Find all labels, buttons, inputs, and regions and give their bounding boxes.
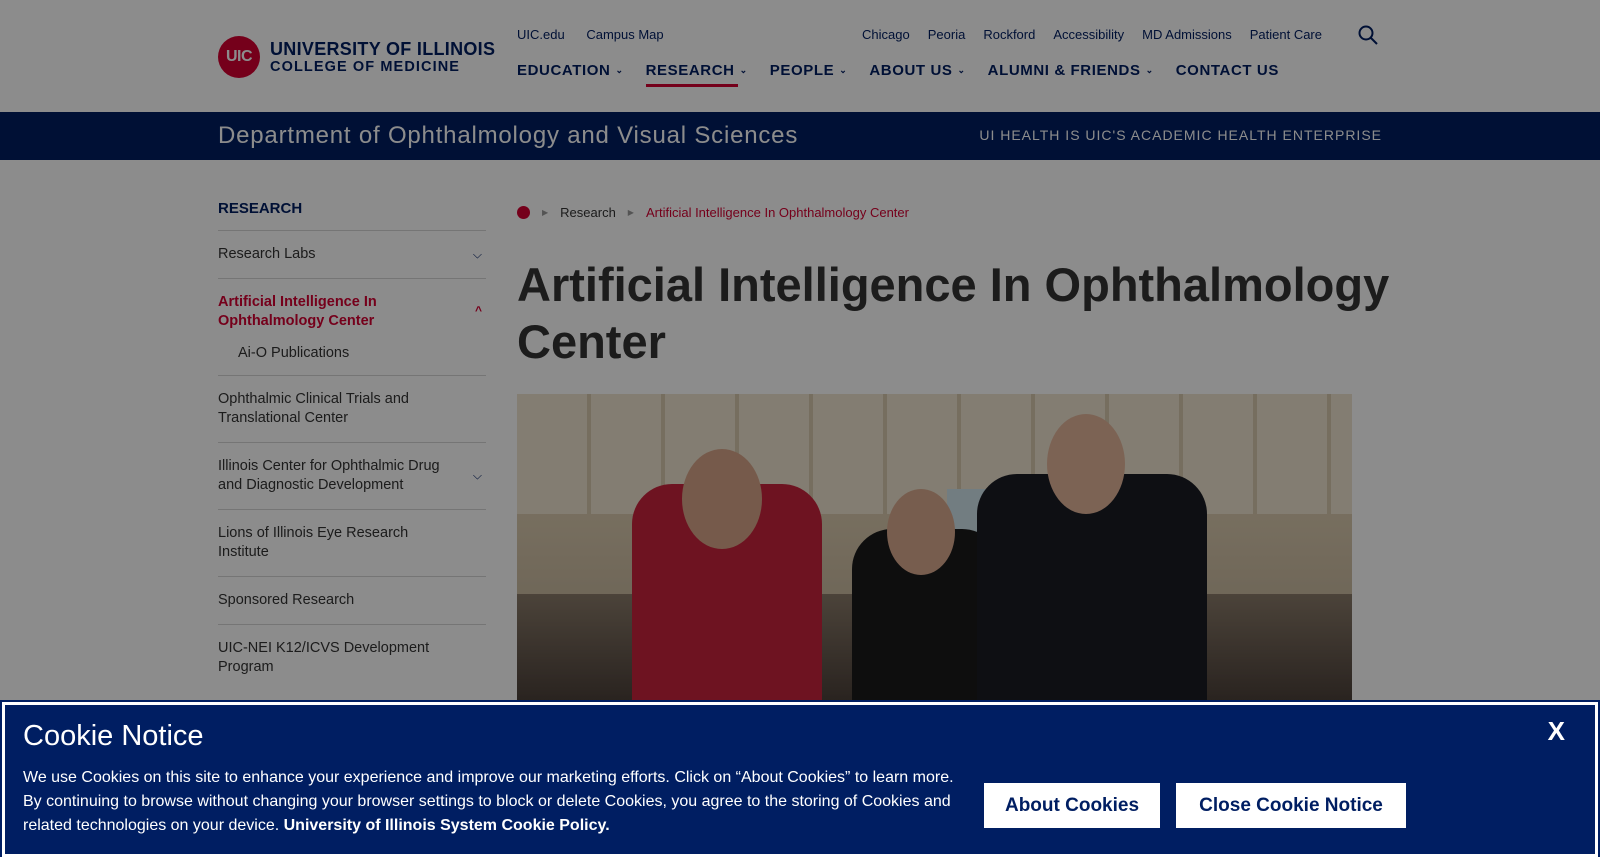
about-cookies-button[interactable]: About Cookies: [984, 783, 1160, 828]
cookie-policy-link[interactable]: University of Illinois System Cookie Pol…: [284, 817, 610, 834]
cookie-notice: Cookie Notice X We use Cookies on this s…: [0, 700, 1600, 857]
close-cookie-notice-button[interactable]: Close Cookie Notice: [1176, 783, 1406, 828]
cookie-notice-text: We use Cookies on this site to enhance y…: [23, 766, 963, 838]
cookie-notice-title: Cookie Notice: [23, 720, 204, 752]
close-icon[interactable]: X: [1548, 716, 1565, 747]
